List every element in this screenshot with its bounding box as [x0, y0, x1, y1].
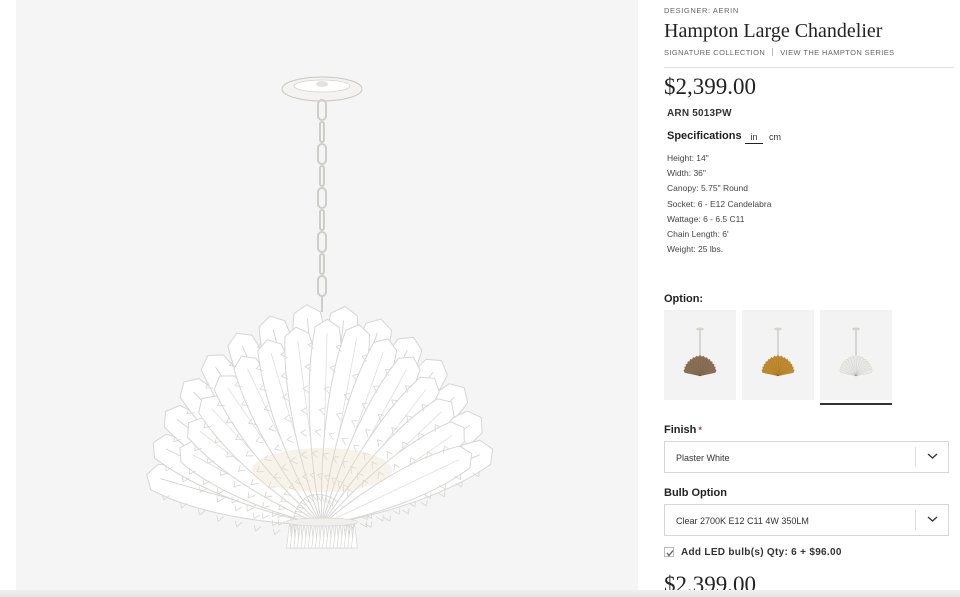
specifications-list: Height: 14" Width: 36" Canopy: 5.75" Rou…	[667, 151, 771, 257]
product-price: $2,399.00	[664, 74, 756, 99]
finish-label-text: Finish	[664, 424, 697, 436]
chandelier-thumbnail	[761, 327, 795, 377]
bulb-option-label: Bulb Option	[664, 487, 727, 499]
option-label: Option:	[664, 293, 704, 305]
collection-row: SIGNATURE COLLECTION VIEW THE HAMPTON SER…	[664, 48, 895, 57]
collection-link[interactable]: SIGNATURE COLLECTION	[664, 48, 765, 57]
chevron-down-icon	[927, 516, 938, 522]
spec-item: Weight: 25 lbs.	[667, 244, 724, 255]
designer-label[interactable]: DESIGNER: AERIN	[664, 6, 739, 15]
add-led-bulbs-label[interactable]: Add LED bulb(s) Qty: 6 + $96.00	[681, 547, 842, 558]
product-image[interactable]	[16, 0, 638, 597]
unit-toggle-in[interactable]: in	[745, 132, 763, 144]
spec-item: Canopy: 5.75" Round	[667, 183, 748, 194]
product-title: Hampton Large Chandelier	[664, 20, 883, 42]
finish-select-toggle[interactable]	[915, 447, 948, 467]
checkmark-icon	[666, 550, 674, 557]
option-swatch-bronze[interactable]	[664, 310, 736, 400]
spec-item: Wattage: 6 - 6.5 C11	[667, 213, 745, 224]
finish-select[interactable]: Plaster White	[664, 441, 949, 473]
finish-select-value: Plaster White	[676, 453, 730, 463]
bulb-select-value: Clear 2700K E12 C11 4W 350LM	[676, 516, 809, 526]
chandelier-thumbnail	[839, 327, 873, 377]
page-bottom-edge	[0, 590, 960, 597]
product-sku: ARN 5013PW	[667, 108, 732, 119]
spec-item: Socket: 6 - E12 Candelabra	[667, 198, 772, 209]
product-info-panel: DESIGNER: AERIN Hampton Large Chandelier…	[664, 0, 954, 597]
divider	[664, 67, 954, 68]
option-swatch-white[interactable]	[820, 310, 892, 400]
bulb-select-toggle[interactable]	[915, 510, 948, 530]
bulb-option-select[interactable]: Clear 2700K E12 C11 4W 350LM	[664, 504, 949, 536]
spec-item: Height: 14"	[667, 153, 709, 163]
selected-option-indicator	[820, 403, 892, 405]
spec-item: Chain Length: 6'	[667, 229, 729, 240]
divider	[772, 48, 774, 56]
add-led-bulbs-checkbox[interactable]	[664, 547, 674, 557]
chandelier-thumbnail	[683, 327, 717, 377]
specifications-heading: Specifications	[667, 130, 742, 142]
chandelier-illustration	[146, 76, 494, 549]
chevron-down-icon	[927, 453, 938, 459]
required-mark: *	[698, 425, 702, 435]
series-link[interactable]: VIEW THE HAMPTON SERIES	[780, 48, 894, 57]
unit-toggle-cm[interactable]: cm	[769, 132, 781, 142]
finish-label: Finish *	[664, 424, 702, 436]
option-swatch-gold[interactable]	[742, 310, 814, 400]
spec-item: Width: 36"	[667, 168, 706, 179]
